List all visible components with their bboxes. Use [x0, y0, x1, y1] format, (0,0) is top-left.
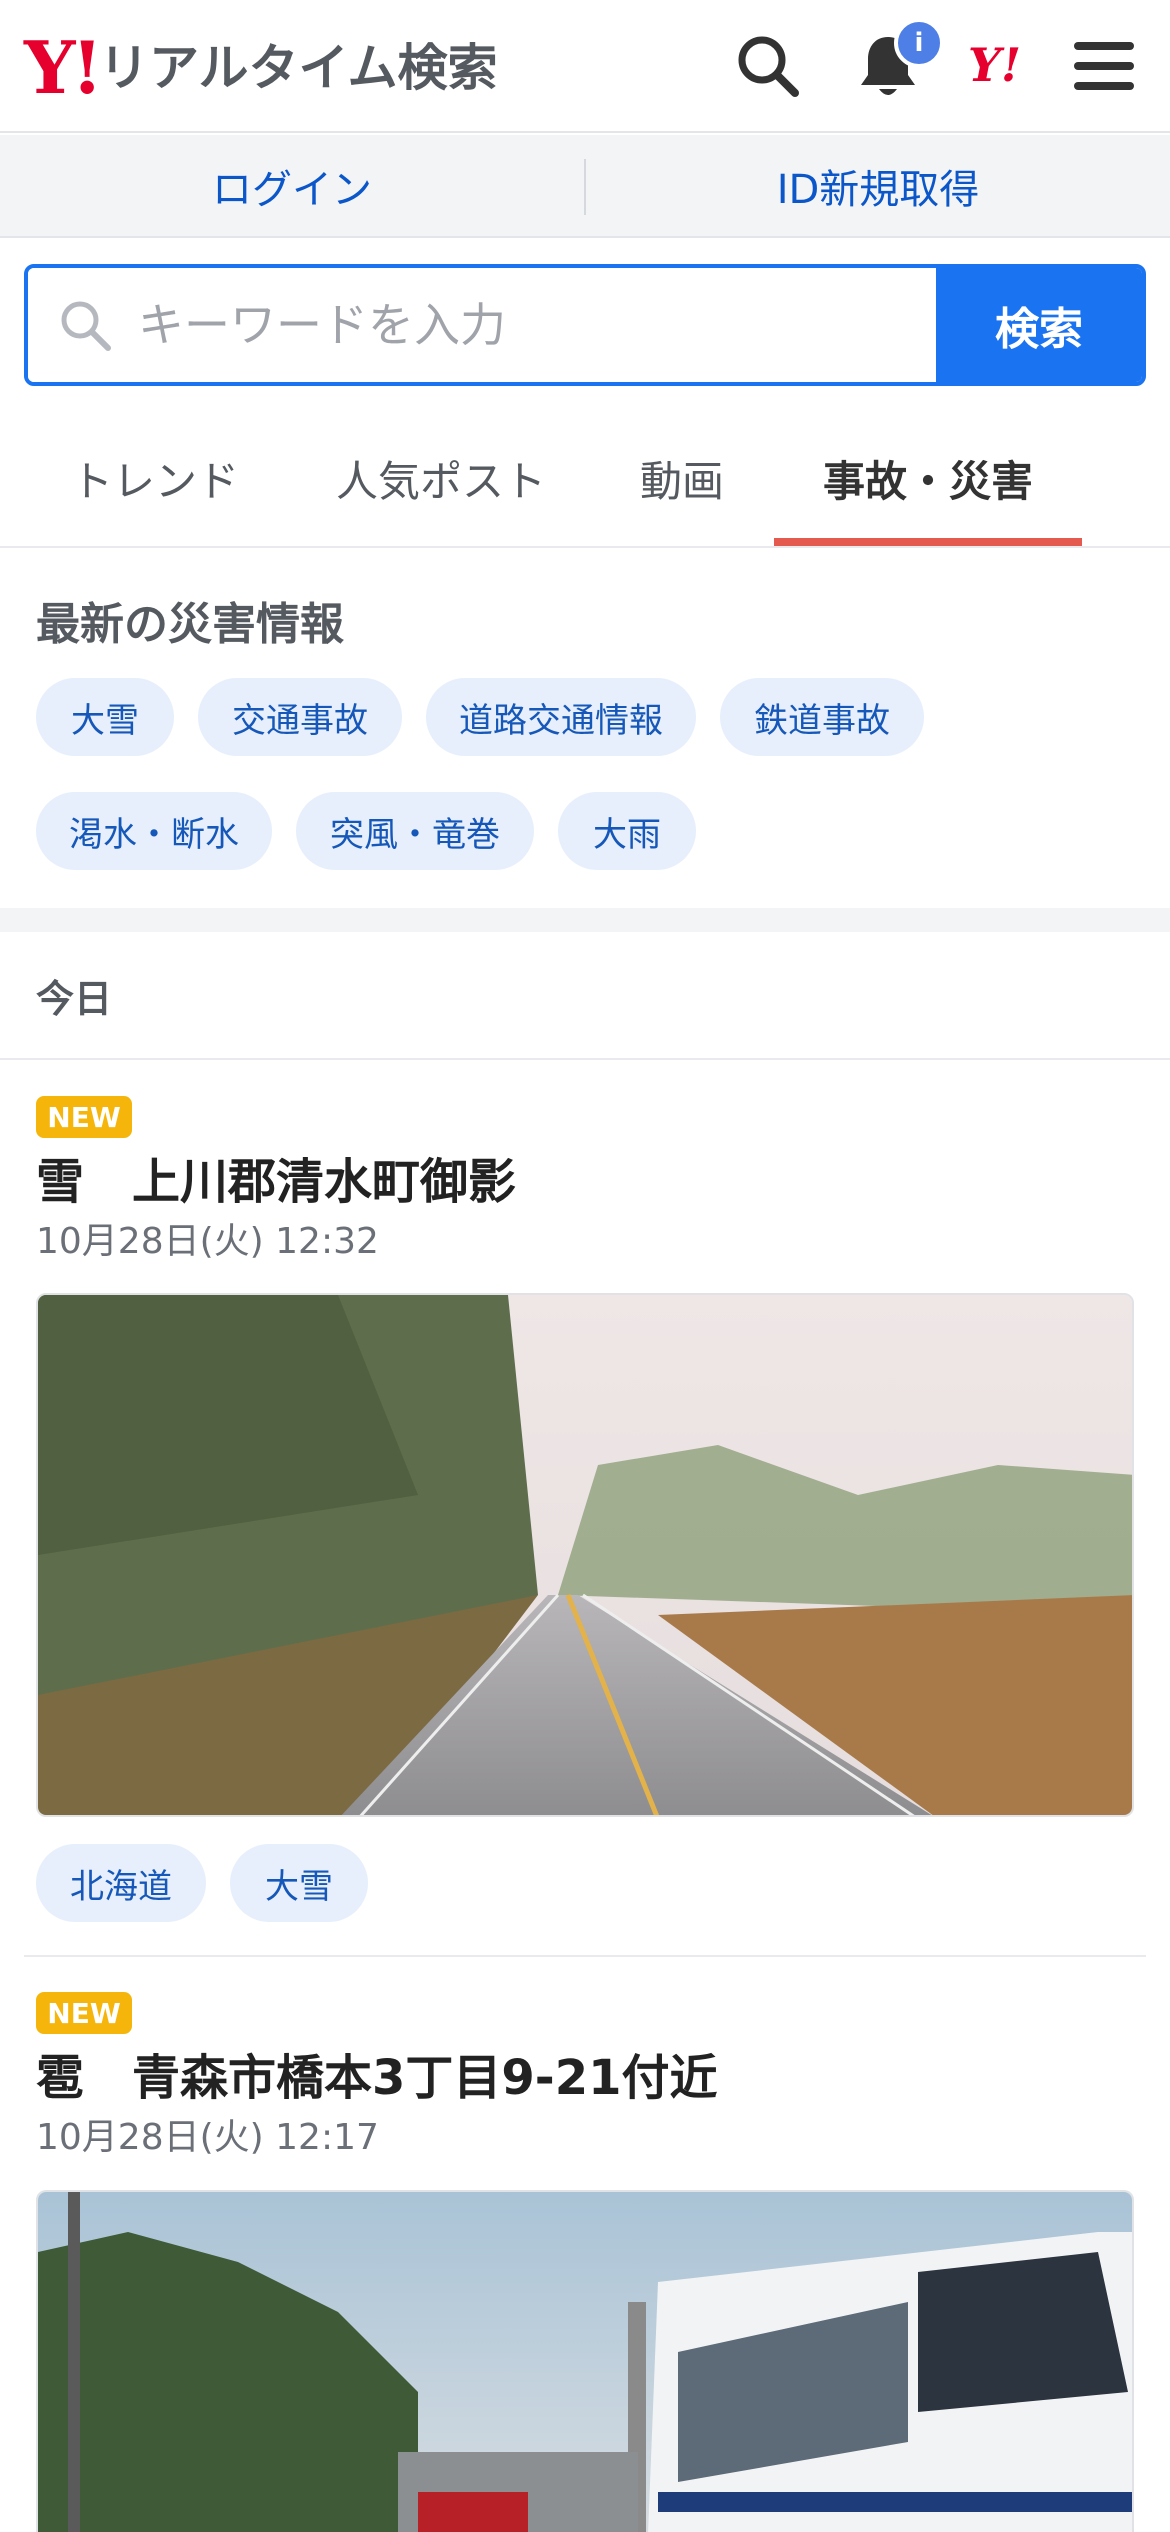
app-header: Y! リアルタイム検索 i Y!: [0, 0, 1170, 133]
yahoo-top-icon[interactable]: Y!: [968, 38, 1021, 92]
search-field-icon: [61, 301, 111, 351]
tab-video[interactable]: 動画: [612, 410, 752, 546]
new-badge: NEW: [36, 1096, 132, 1138]
day-header: 今日: [0, 932, 1170, 1060]
post-date: 10月28日(火) 12:32: [36, 1221, 379, 1262]
tag-heavy-snow[interactable]: 大雪: [230, 1844, 368, 1922]
category-tabs: トレンド 人気ポスト 動画 事故・災害: [0, 410, 1170, 548]
section-title: 最新の災害情報: [36, 599, 344, 650]
post-divider: [24, 1955, 1146, 1957]
chip-heavy-rain[interactable]: 大雨: [558, 792, 696, 870]
post-photo-snowy-road[interactable]: [36, 1293, 1134, 1817]
post-date: 10月28日(火) 12:17: [36, 2117, 379, 2158]
account-bar: ログイン ID新規取得: [0, 135, 1170, 238]
logo-text: リアルタイム検索: [99, 39, 498, 97]
tab-popular-posts[interactable]: 人気ポスト: [316, 410, 566, 546]
logo-mark: Y!: [24, 25, 103, 110]
post-photo-hail-street[interactable]: [36, 2190, 1134, 2532]
search-bar: 検索: [24, 264, 1146, 386]
search-input[interactable]: [138, 298, 858, 352]
day-label: 今日: [36, 977, 113, 1021]
yahoo-realtime-logo[interactable]: Y! リアルタイム検索: [24, 28, 498, 108]
chip-road-traffic-info[interactable]: 道路交通情報: [426, 678, 696, 756]
tag-hokkaido[interactable]: 北海道: [36, 1844, 206, 1922]
search-button[interactable]: 検索: [936, 268, 1142, 382]
tab-trend[interactable]: トレンド: [40, 410, 270, 546]
disaster-info-section: 最新の災害情報 大雪 交通事故 道路交通情報 鉄道事故 渇水・断水 突風・竜巻 …: [0, 550, 1170, 908]
notification-badge: i: [894, 18, 944, 68]
chip-railway-accident[interactable]: 鉄道事故: [720, 678, 924, 756]
chip-gust-tornado[interactable]: 突風・竜巻: [296, 792, 534, 870]
section-gap: [0, 908, 1170, 932]
login-link[interactable]: ログイン: [0, 135, 584, 236]
chip-heavy-snow[interactable]: 大雪: [36, 678, 174, 756]
tab-accident-disaster[interactable]: 事故・災害: [774, 410, 1082, 546]
search-field[interactable]: [28, 268, 936, 382]
post-title[interactable]: 雹 青森市橋本3丁目9-21付近: [36, 2038, 718, 2108]
chip-traffic-accident[interactable]: 交通事故: [198, 678, 402, 756]
register-link[interactable]: ID新規取得: [586, 135, 1170, 236]
menu-icon[interactable]: [1064, 26, 1144, 106]
post-title[interactable]: 雪 上川郡清水町御影: [36, 1142, 516, 1212]
chip-water-shortage[interactable]: 渇水・断水: [36, 792, 272, 870]
search-icon[interactable]: [728, 26, 808, 106]
new-badge: NEW: [36, 1992, 132, 2034]
